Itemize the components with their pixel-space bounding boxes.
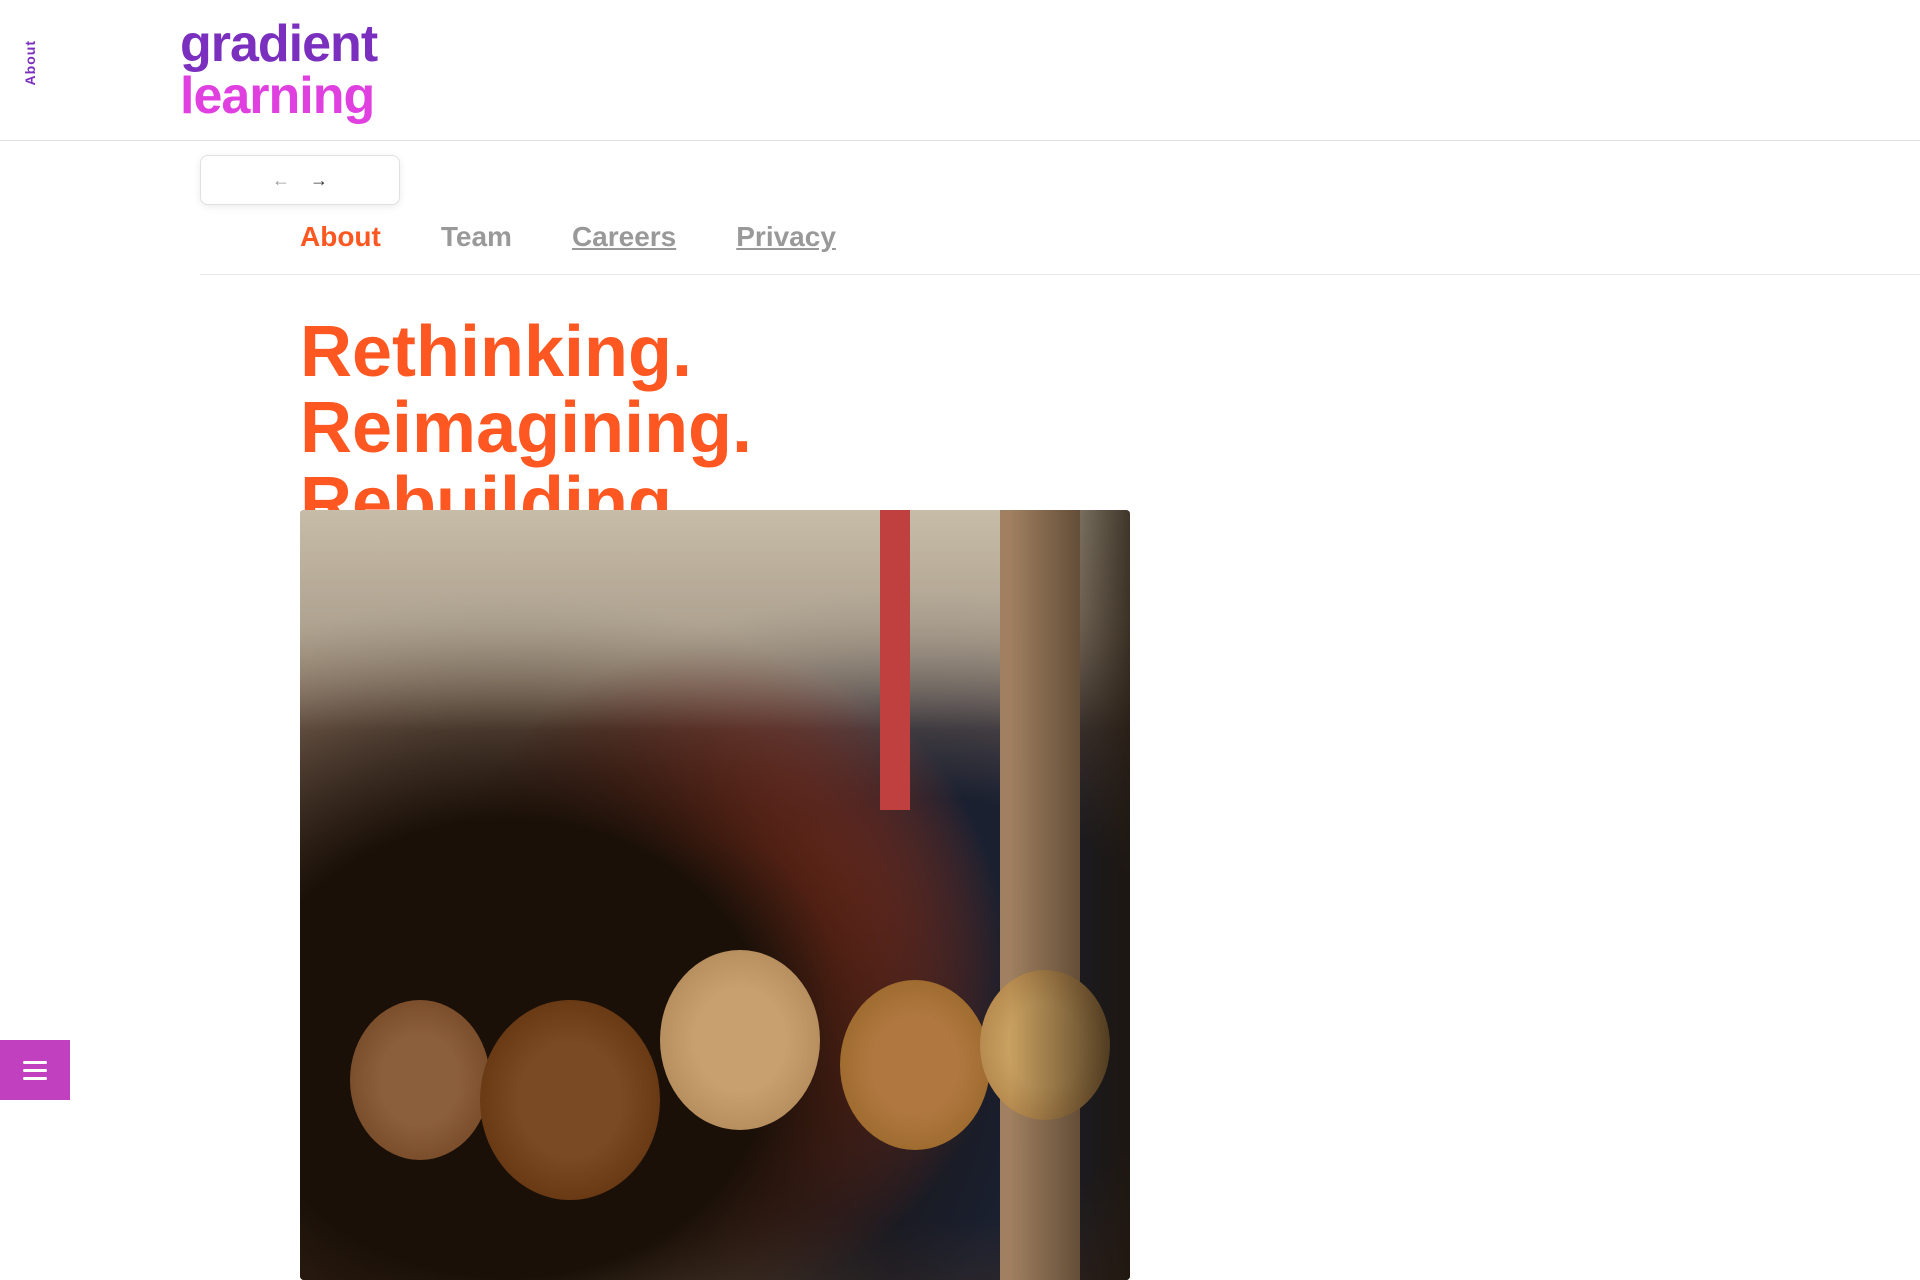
student-face-4 [840, 980, 990, 1150]
hero-line-1: Rethinking. [300, 315, 1860, 391]
logo-learning-text: learning [180, 70, 377, 122]
menu-button[interactable] [0, 1040, 70, 1100]
hero-photo [300, 510, 1130, 1280]
nav-privacy[interactable]: Privacy [736, 221, 836, 258]
header-separator [0, 140, 1920, 141]
logo-gradient-text: gradient [180, 18, 377, 70]
nav-about[interactable]: About [300, 221, 381, 258]
forward-arrow[interactable]: → [310, 170, 328, 191]
nav-careers[interactable]: Careers [572, 221, 676, 258]
sidebar-about-label: About [22, 40, 38, 85]
students-photo [300, 510, 1130, 1280]
student-face-1 [350, 1000, 490, 1160]
hero-headline: Rethinking. Reimagining. Rebuilding. [300, 315, 1860, 542]
sub-navigation: About Team Careers Privacy [200, 205, 1920, 275]
top-header: gradient learning [0, 0, 1920, 140]
student-face-3 [660, 950, 820, 1130]
menu-line-3 [23, 1077, 47, 1080]
back-arrow[interactable]: ← [272, 170, 290, 191]
logo[interactable]: gradient learning [180, 18, 377, 122]
photo-right-shadow [1010, 510, 1130, 1280]
hamburger-icon [23, 1061, 47, 1080]
menu-line-1 [23, 1061, 47, 1064]
nav-team[interactable]: Team [441, 221, 512, 258]
hero-line-2: Reimagining. [300, 391, 1860, 467]
photo-pillar-1 [880, 510, 910, 810]
menu-line-2 [23, 1069, 47, 1072]
browser-nav: ← → [200, 155, 400, 205]
student-face-2 [480, 1000, 660, 1200]
